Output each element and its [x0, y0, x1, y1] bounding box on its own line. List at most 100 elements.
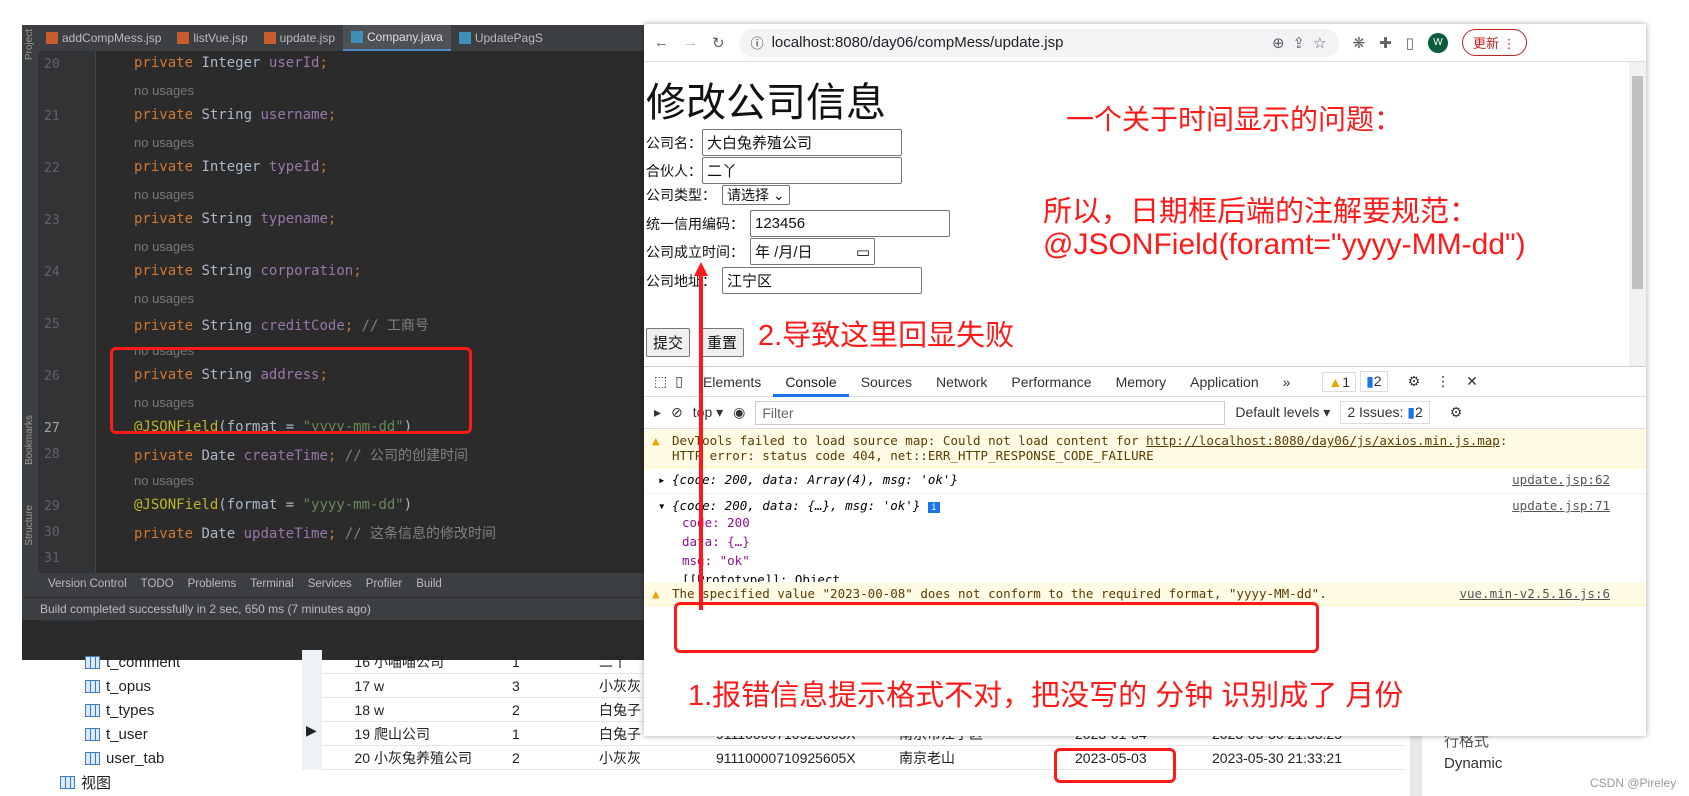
code-line[interactable]: private Integer typeId; — [134, 159, 328, 175]
address-bar[interactable]: ⓘ localhost:8080/day06/compMess/update.j… — [738, 28, 1339, 57]
structure-tool-tab[interactable]: Structure — [24, 505, 35, 546]
tab-sources[interactable]: Sources — [849, 367, 924, 397]
row-indicator[interactable] — [302, 673, 322, 698]
table-cell[interactable]: 3 — [508, 678, 595, 694]
eye-icon[interactable]: ◉ — [733, 404, 745, 421]
table-cell[interactable]: 小灰兔养殖公司 — [370, 748, 508, 768]
table-row[interactable]: 20 小灰兔养殖公司 2 小灰灰 91110000710925605X 南京老山 2023-… — [302, 745, 1405, 770]
table-cell[interactable]: 2 — [508, 702, 595, 718]
reload-icon[interactable]: ↻ — [712, 34, 725, 52]
code-line[interactable]: private String username; — [134, 107, 336, 123]
extension-icon[interactable]: ❋ — [1353, 34, 1366, 52]
source-map-link[interactable]: http://localhost:8080/day06/js/axios.min… — [1146, 433, 1500, 448]
table-cell[interactable]: 17 — [322, 678, 370, 694]
services-button[interactable]: Services — [308, 578, 352, 592]
reset-button[interactable]: 重置 — [700, 328, 745, 357]
credit-code-input[interactable]: 123456 — [750, 210, 950, 237]
table-cell[interactable]: 小喵喵公司 — [370, 652, 508, 672]
row-indicator[interactable]: ▶ — [302, 721, 322, 746]
tab-updatepags[interactable]: UpdatePagS — [451, 25, 551, 51]
row-indicator[interactable] — [302, 745, 322, 770]
code-line[interactable]: private String typename; — [134, 211, 336, 227]
more-tabs-icon[interactable]: » — [1271, 367, 1303, 397]
close-icon[interactable]: ✕ — [1466, 373, 1478, 390]
table-cell[interactable]: 1 — [508, 726, 595, 742]
more-icon[interactable]: ⋮ — [1436, 373, 1450, 390]
build-button[interactable]: Build — [416, 578, 442, 592]
info-icon[interactable]: ⓘ — [751, 33, 764, 52]
filter-input[interactable]: Filter — [755, 400, 1226, 425]
collapse-icon[interactable]: ▾ — [658, 498, 666, 513]
inspect-icon[interactable]: ⬚ — [654, 373, 667, 390]
device-icon[interactable]: ▯ — [675, 373, 683, 390]
tab-console[interactable]: Console — [773, 367, 849, 397]
code-line[interactable]: private String creditCode; // 工商号 — [134, 315, 429, 335]
context-select[interactable]: top ▾ — [693, 404, 723, 421]
tree-item[interactable]: 视图 — [60, 770, 300, 794]
tab-application[interactable]: Application — [1178, 367, 1271, 397]
code-line[interactable]: private Date createTime; // 公司的创建时间 — [134, 445, 468, 465]
page-scrollbar[interactable] — [1629, 62, 1646, 366]
table-cell[interactable]: 小灰灰 — [595, 748, 712, 768]
tree-item[interactable]: user_tab — [60, 746, 300, 770]
code-line[interactable]: private Date updateTime; // 这条信息的修改时间 — [134, 523, 496, 543]
terminal-button[interactable]: Terminal — [250, 578, 293, 592]
tab-elements[interactable]: Elements — [691, 367, 773, 397]
console-message-log[interactable]: ▸ {code: 200, data: Array(4), msg: 'ok'} u… — [644, 468, 1646, 494]
table-cell[interactable]: 2023-05-30 21:33:21 — [1208, 750, 1398, 766]
forward-icon[interactable]: → — [683, 34, 698, 51]
bookmarks-tool-tab[interactable]: Bookmarks — [24, 415, 35, 465]
tree-item[interactable]: t_user — [60, 722, 300, 746]
tab-update-jsp[interactable]: update.jsp — [256, 25, 343, 51]
code-line[interactable]: private String corporation; — [134, 263, 362, 279]
avatar[interactable]: W — [1428, 32, 1448, 53]
star-icon[interactable]: ☆ — [1313, 34, 1326, 52]
zoom-icon[interactable]: ⊕ — [1272, 34, 1285, 52]
row-indicator[interactable] — [302, 649, 322, 674]
log-levels-select[interactable]: Default levels ▾ — [1235, 404, 1330, 421]
founding-date-input[interactable]: 年 /月/日 ▭ — [750, 238, 875, 265]
console-settings-icon[interactable]: ⚙ — [1450, 404, 1463, 421]
source-link[interactable]: update.jsp:71 — [1512, 498, 1610, 513]
table-cell[interactable]: w — [370, 702, 508, 718]
settings-icon[interactable]: ⚙ — [1408, 373, 1421, 390]
tree-item[interactable]: t_comment — [60, 650, 300, 674]
share-icon[interactable]: ⇪ — [1293, 34, 1306, 52]
source-link[interactable]: vue.min-v2.5.16.js:6 — [1459, 586, 1610, 601]
table-cell[interactable]: 18 — [322, 702, 370, 718]
tab-performance[interactable]: Performance — [999, 367, 1103, 397]
issues-button[interactable]: 2 Issues: ▮2 — [1340, 401, 1430, 424]
calendar-icon[interactable]: ▭ — [856, 243, 870, 261]
table-cell[interactable]: 20 — [322, 750, 370, 766]
scroll-thumb[interactable] — [1632, 76, 1643, 289]
company-type-select[interactable]: 请选择 ⌄ — [722, 185, 790, 205]
expand-icon[interactable]: ▸ — [658, 472, 666, 487]
table-cell[interactable]: 16 — [322, 654, 370, 670]
todo-button[interactable]: TODO — [141, 578, 174, 592]
back-icon[interactable]: ← — [654, 34, 669, 51]
prop-data[interactable]: data: {…} — [682, 532, 1636, 551]
project-tool-tab[interactable]: Project — [24, 29, 35, 60]
partner-input[interactable]: 二丫 — [702, 157, 902, 184]
table-cell[interactable]: 爬山公司 — [370, 724, 508, 744]
info-count-badge[interactable]: ▮2 — [1360, 371, 1388, 392]
table-cell[interactable]: w — [370, 678, 508, 694]
profiler-button[interactable]: Profiler — [366, 578, 402, 592]
version-control-button[interactable]: Version Control — [48, 578, 127, 592]
clear-console-icon[interactable]: ⊘ — [671, 404, 683, 421]
sidebar-toggle-icon[interactable]: ▸ — [654, 404, 661, 421]
tab-company-java[interactable]: Company.java — [343, 25, 451, 51]
tree-item[interactable]: t_opus — [60, 674, 300, 698]
table-cell[interactable]: 91110000710925605X — [712, 750, 895, 766]
tab-network[interactable]: Network — [924, 367, 999, 397]
company-name-input[interactable]: 大白兔养殖公司 — [702, 129, 902, 156]
puzzle-icon[interactable]: ✚ — [1379, 34, 1392, 52]
table-cell[interactable]: 19 — [322, 726, 370, 742]
tab-memory[interactable]: Memory — [1104, 367, 1179, 397]
tab-listvue[interactable]: listVue.jsp — [169, 25, 255, 51]
update-button[interactable]: 更新 ⋮ — [1462, 29, 1527, 56]
row-indicator[interactable] — [302, 697, 322, 722]
source-link[interactable]: update.jsp:62 — [1512, 472, 1610, 487]
code-line[interactable]: @JSONField(format = "yyyy-mm-dd") — [134, 497, 412, 513]
code-line[interactable]: private Integer userId; — [134, 55, 328, 71]
